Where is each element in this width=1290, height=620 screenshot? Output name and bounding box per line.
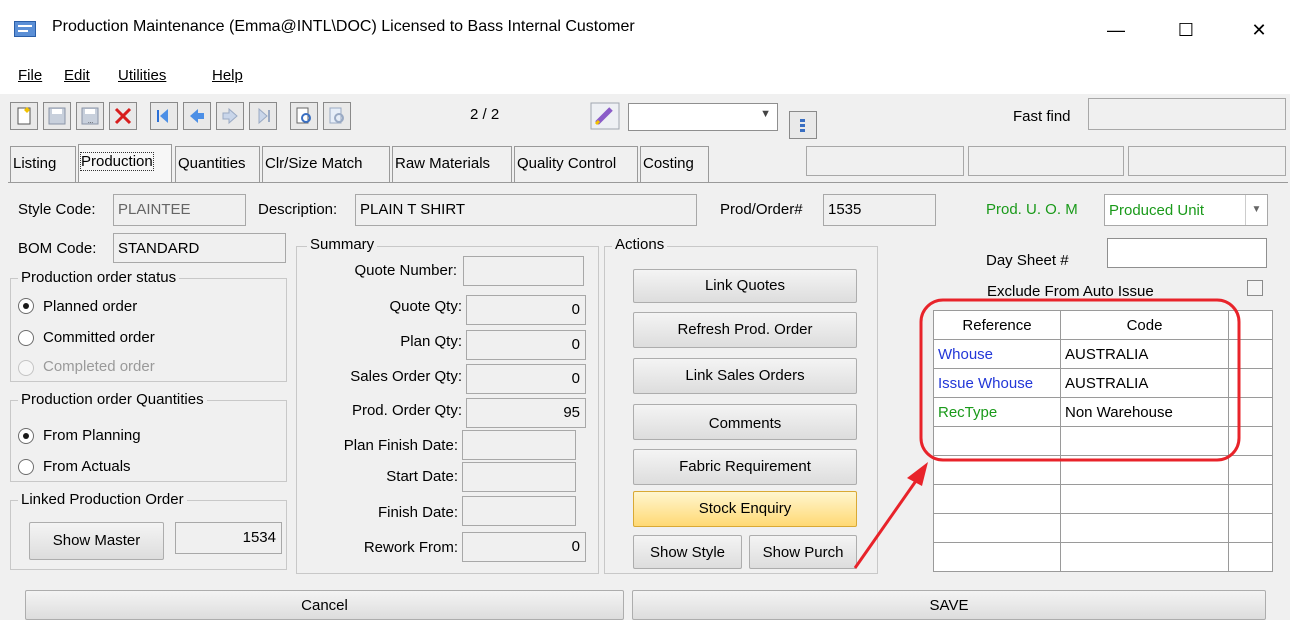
highlight-box <box>919 298 1241 462</box>
save-button[interactable]: SAVE <box>632 590 1266 620</box>
annotation-arrow <box>853 477 920 569</box>
annotation-overlay <box>853 298 1241 569</box>
cancel-button[interactable]: Cancel <box>25 590 624 620</box>
arrow-head-icon <box>907 462 928 486</box>
